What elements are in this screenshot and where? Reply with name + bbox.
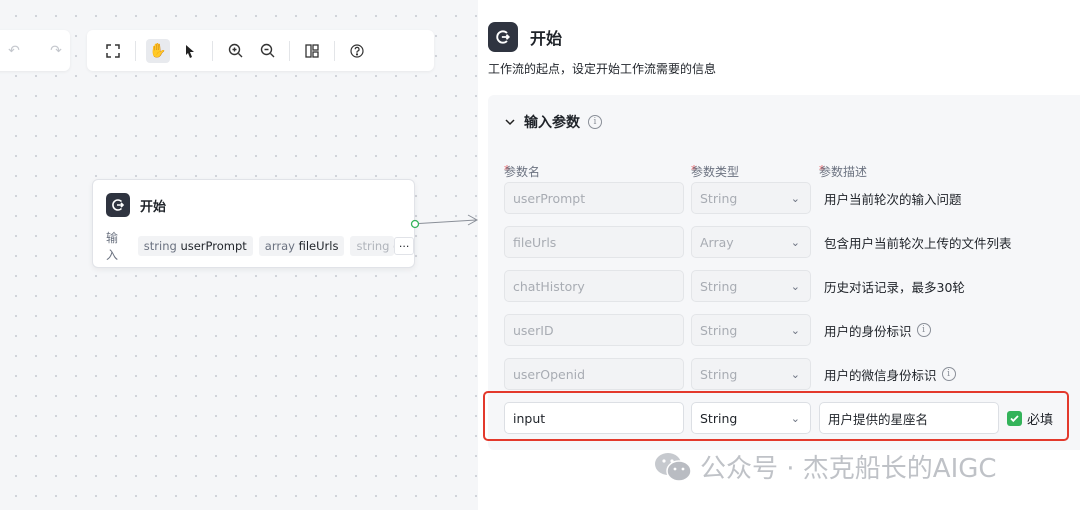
required-toggle[interactable]: 必填 — [1007, 402, 1053, 434]
param-type-select: String ⌄ — [691, 358, 811, 390]
param-desc-input[interactable]: 用户提供的星座名 — [819, 402, 999, 434]
panel-header: 开始 — [478, 0, 1080, 52]
watermark: 公众号 · 杰克船长的AIGC — [654, 448, 997, 485]
param-desc: 包含用户当前轮次上传的文件列表 — [824, 235, 1012, 251]
pointer-icon[interactable] — [178, 39, 202, 63]
param-type-select: String ⌄ — [691, 314, 811, 346]
param-desc: 历史对话记录，最多30轮 — [824, 279, 965, 295]
node-title: 开始 — [140, 199, 167, 215]
fit-view-icon[interactable] — [101, 39, 125, 63]
chevron-down-icon[interactable] — [504, 116, 516, 128]
param-desc: 用户的微信身份标识 i — [824, 358, 956, 390]
layout-icon[interactable] — [300, 39, 324, 63]
canvas-toolbar: ✋ — [87, 30, 434, 71]
zoom-in-icon[interactable] — [223, 39, 247, 63]
workflow-canvas[interactable]: ↶ ↷ ✋ 开始 输入 string userPrompt array file… — [0, 0, 479, 510]
param-desc: 用户当前轮次的输入问题 — [824, 191, 962, 207]
toolbar-divider — [334, 40, 335, 61]
param-name-input[interactable]: input — [504, 402, 684, 434]
help-icon[interactable] — [345, 39, 369, 63]
panel-description: 工作流的起点，设定开始工作流需要的信息 — [488, 62, 717, 76]
more-button[interactable]: ··· — [394, 237, 414, 255]
chevron-down-icon: ⌄ — [790, 323, 800, 337]
output-port[interactable] — [410, 219, 420, 229]
param-name-field: chatHistory — [504, 270, 684, 302]
param-desc: 用户的身份标识 i — [824, 314, 931, 346]
input-chip: string c — [350, 236, 395, 256]
redo-icon[interactable]: ↷ — [44, 39, 68, 63]
param-type-select[interactable]: String ⌄ — [691, 402, 811, 434]
toolbar-divider — [212, 40, 213, 61]
panel-title: 开始 — [530, 29, 563, 48]
node-connector — [410, 214, 479, 229]
input-params-section: 输入参数 i * 参数名 * 参数类型 * 参数描述 userPrompt Strin… — [488, 95, 1080, 450]
undo-icon[interactable]: ↶ — [2, 39, 26, 63]
info-icon[interactable]: i — [588, 115, 602, 129]
info-icon[interactable]: i — [941, 367, 956, 381]
section-header[interactable]: 输入参数 i — [488, 95, 1080, 132]
chip-name: fileUrls — [298, 239, 339, 253]
chip-name: userPrompt — [180, 239, 247, 253]
start-node[interactable]: 开始 输入 string userPrompt array fileUrls s… — [92, 179, 415, 268]
param-type-select: String ⌄ — [691, 270, 811, 302]
node-config-panel: 开始 工作流的起点，设定开始工作流需要的信息 输入参数 i * 参数名 * 参数类型… — [478, 0, 1080, 510]
watermark-text: 公众号 · 杰克船长的AIGC — [700, 454, 997, 484]
required-label: 必填 — [1027, 412, 1054, 428]
history-toolbar: ↶ ↷ — [0, 30, 70, 71]
start-icon — [106, 193, 130, 217]
param-type-select: Array ⌄ — [691, 226, 811, 258]
node-header: 开始 — [93, 180, 414, 217]
wechat-icon — [655, 452, 692, 482]
node-inputs: 输入 string userPrompt array fileUrls stri… — [93, 217, 414, 263]
param-name-field: fileUrls — [504, 226, 684, 258]
checkbox-checked-icon[interactable] — [1007, 410, 1022, 426]
chevron-down-icon: ⌄ — [790, 367, 800, 381]
input-chip: string userPrompt — [137, 236, 253, 256]
section-title: 输入参数 — [524, 115, 580, 131]
hand-icon[interactable]: ✋ — [146, 38, 170, 63]
edge-line[interactable] — [418, 219, 477, 224]
toolbar-divider — [135, 40, 136, 61]
param-type-select: String ⌄ — [691, 182, 811, 214]
chip-type: string — [143, 239, 177, 253]
chevron-down-icon: ⌄ — [790, 235, 800, 249]
zoom-out-icon[interactable] — [255, 39, 279, 63]
param-name-field: userPrompt — [504, 182, 684, 214]
chevron-down-icon: ⌄ — [790, 191, 800, 205]
info-icon[interactable]: i — [916, 323, 931, 337]
input-chip: array fileUrls — [258, 236, 345, 256]
chevron-down-icon: ⌄ — [790, 279, 800, 293]
start-icon — [488, 22, 518, 52]
chip-type: string — [356, 239, 390, 253]
param-name-field: userOpenid — [504, 358, 684, 390]
inputs-label: 输入 — [106, 231, 119, 262]
toolbar-divider — [289, 40, 290, 61]
param-name-field: userID — [504, 314, 684, 346]
chip-type: array — [264, 239, 295, 253]
chevron-down-icon: ⌄ — [790, 411, 800, 425]
